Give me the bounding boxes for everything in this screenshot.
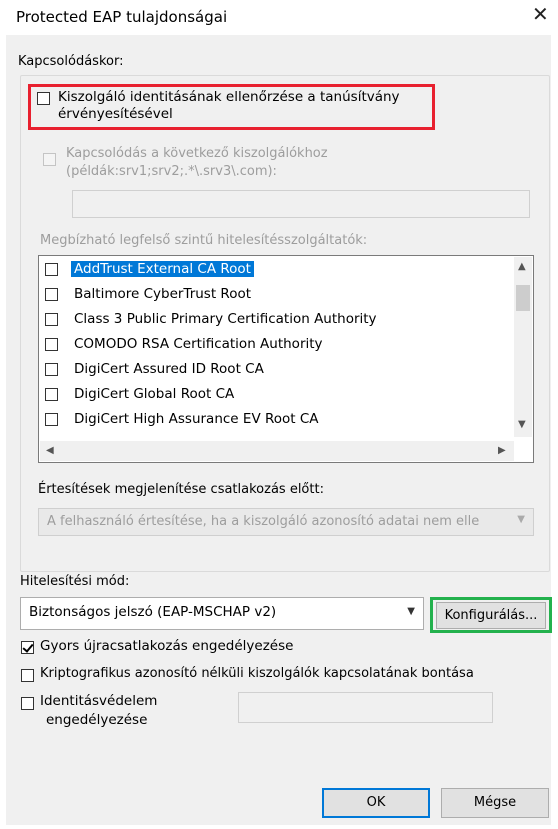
connection-group-label: Kapcsolódáskor: — [18, 54, 124, 69]
identity-privacy-checkbox[interactable] — [21, 697, 34, 710]
disconnect-label: Kriptografikus azonosító nélküli kiszolg… — [40, 666, 474, 681]
chevron-down-icon: ▼ — [517, 514, 525, 525]
list-item[interactable]: Class 3 Public Primary Certification Aut… — [45, 309, 515, 331]
scroll-left-icon[interactable]: ◀ — [46, 445, 54, 456]
list-item-checkbox[interactable] — [45, 338, 58, 351]
list-item-label: Class 3 Public Primary Certification Aut… — [74, 311, 377, 327]
list-item-label: DigiCert High Assurance EV Root CA — [74, 411, 319, 427]
list-item[interactable]: DigiCert Global Root CA — [45, 384, 515, 406]
configure-button[interactable]: Konfigurálás... — [436, 602, 546, 629]
auth-method-dropdown[interactable]: Biztonságos jelszó (EAP-MSCHAP v2) ▼ — [20, 597, 424, 630]
list-item[interactable]: COMODO RSA Certification Authority — [45, 334, 515, 356]
ok-button[interactable]: OK — [322, 788, 430, 818]
connect-servers-label-line1: Kapcsolódás a következő kiszolgálókhoz — [66, 146, 328, 161]
auth-method-label: Hitelesítési mód: — [20, 574, 130, 589]
list-item-checkbox[interactable] — [45, 288, 58, 301]
window-title: Protected EAP tulajdonságai — [16, 8, 228, 26]
list-item[interactable]: AddTrust External CA Root — [45, 259, 515, 281]
auth-method-value: Biztonságos jelszó (EAP-MSCHAP v2) — [29, 604, 277, 620]
list-item-label: AddTrust External CA Root — [71, 261, 254, 277]
identity-privacy-label-line1: Identitásvédelem — [40, 693, 158, 709]
scroll-up-icon[interactable]: ▲ — [518, 261, 526, 272]
notifications-value: A felhasználó értesítése, ha a kiszolgál… — [47, 514, 480, 529]
scroll-right-icon[interactable]: ▶ — [498, 445, 506, 456]
list-item-checkbox[interactable] — [45, 263, 58, 276]
connect-servers-label-line2: (példák:srv1;srv2;.*\.srv3\.com): — [66, 164, 277, 179]
fast-reconnect-checkbox[interactable] — [21, 641, 34, 654]
list-item-checkbox[interactable] — [45, 313, 58, 326]
trusted-roots-label: Megbízható legfelső szintű hitelesítéssz… — [40, 233, 368, 248]
fast-reconnect-label: Gyors újracsatlakozás engedélyezése — [40, 638, 294, 654]
list-item[interactable]: DigiCert Assured ID Root CA — [45, 359, 515, 381]
list-item-checkbox[interactable] — [45, 363, 58, 376]
list-item[interactable]: Baltimore CyberTrust Root — [45, 284, 515, 306]
close-icon[interactable]: ✕ — [532, 4, 549, 24]
verify-identity-checkbox[interactable] — [37, 92, 50, 105]
identity-input[interactable] — [238, 692, 493, 723]
notifications-label: Értesítések megjelenítése csatlakozás el… — [38, 482, 324, 497]
vertical-scrollbar[interactable]: ▲ ▼ — [514, 257, 532, 437]
list-item[interactable]: DigiCert High Assurance EV Root CA — [45, 409, 515, 431]
chevron-down-icon: ▼ — [407, 606, 415, 617]
list-item-checkbox[interactable] — [45, 413, 58, 426]
list-item-checkbox[interactable] — [45, 388, 58, 401]
connect-servers-checkbox[interactable] — [43, 153, 56, 166]
disconnect-checkbox[interactable] — [21, 669, 34, 682]
notifications-dropdown[interactable]: A felhasználó értesítése, ha a kiszolgál… — [38, 508, 534, 536]
scroll-thumb[interactable] — [516, 285, 530, 311]
list-item-label: DigiCert Assured ID Root CA — [74, 361, 264, 377]
identity-privacy-label-line2: engedélyezése — [46, 712, 148, 728]
scroll-down-icon[interactable]: ▼ — [518, 419, 526, 430]
verify-identity-label: Kiszolgáló identitásának ellenőrzése a t… — [58, 89, 400, 122]
cancel-button[interactable]: Mégse — [441, 788, 549, 818]
list-item-label: COMODO RSA Certification Authority — [74, 336, 323, 352]
servers-input[interactable] — [72, 190, 530, 218]
horizontal-scrollbar[interactable]: ◀ ▶ — [40, 441, 514, 461]
list-item-label: Baltimore CyberTrust Root — [74, 286, 252, 302]
list-item-label: DigiCert Global Root CA — [74, 386, 235, 402]
trusted-roots-list[interactable]: AddTrust External CA Root Baltimore Cybe… — [38, 255, 534, 463]
